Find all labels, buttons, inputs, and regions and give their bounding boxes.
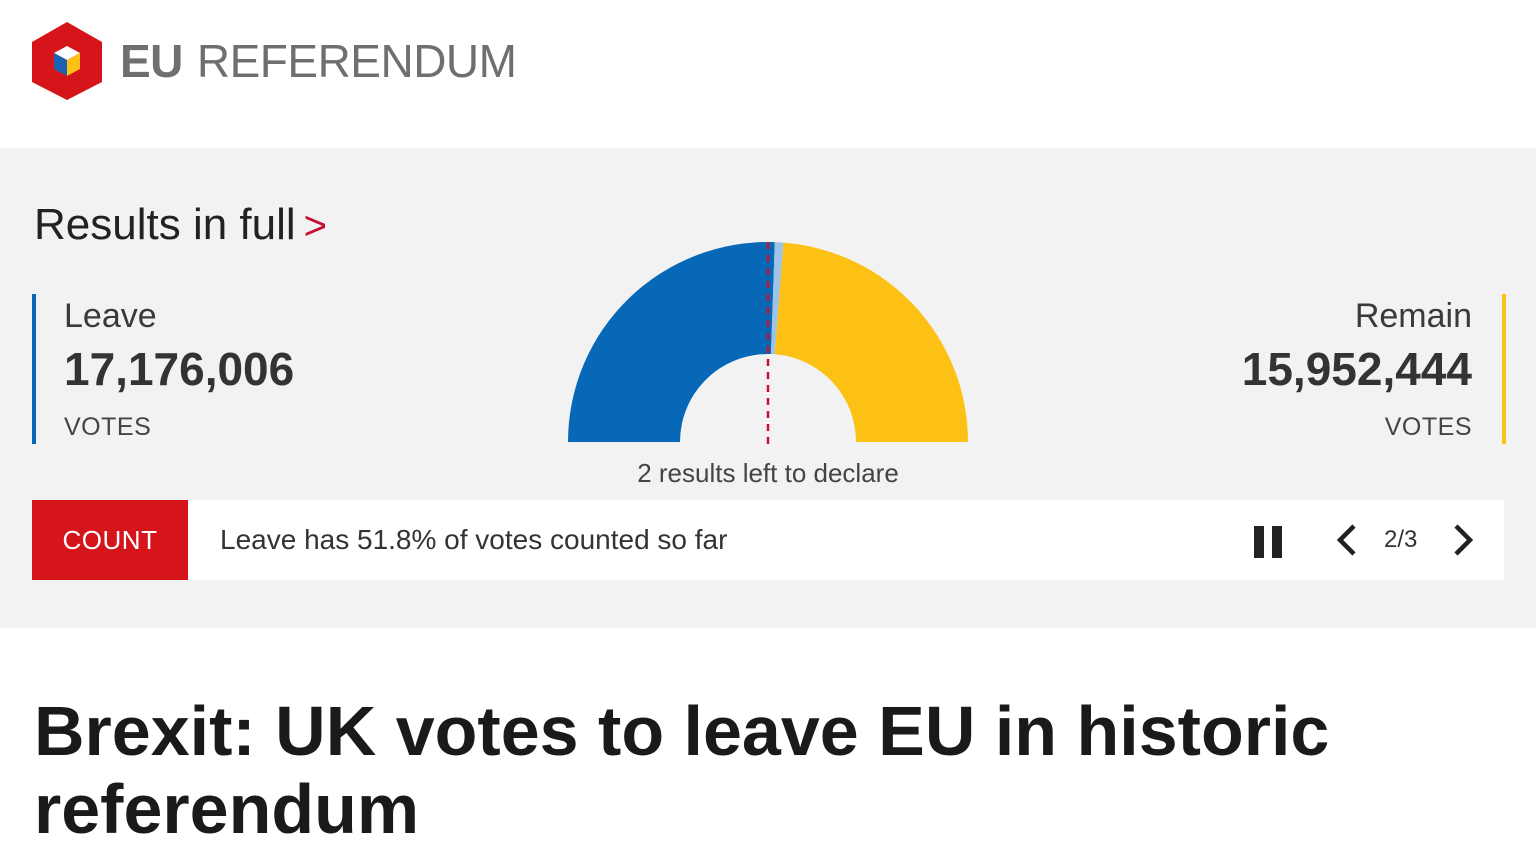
pause-button[interactable] bbox=[1250, 524, 1286, 558]
eu-referendum-logo bbox=[32, 22, 102, 100]
ticker-message: Leave has 51.8% of votes counted so far bbox=[220, 524, 728, 555]
remain-result: Remain 15,952,444 VOTES bbox=[1172, 294, 1506, 444]
leave-votes-unit: VOTES bbox=[64, 413, 152, 441]
results-in-full-link[interactable]: Results in full > bbox=[34, 200, 327, 251]
remain-votes: 15,952,444 bbox=[1241, 343, 1472, 395]
results-in-full-label: Results in full bbox=[34, 200, 296, 249]
site-title: EU REFERENDUM bbox=[120, 34, 517, 88]
chevron-right-icon: > bbox=[303, 204, 328, 248]
count-ticker: COUNT Leave has 51.8% of votes counted s… bbox=[32, 500, 1504, 580]
chevron-left-icon bbox=[1336, 524, 1356, 556]
results-left-text: 2 results left to declare bbox=[637, 458, 899, 488]
results-gauge bbox=[568, 242, 968, 444]
leave-result: Leave 17,176,006 VOTES bbox=[32, 294, 364, 444]
leave-votes: 17,176,006 bbox=[64, 343, 295, 395]
leave-label: Leave bbox=[64, 297, 157, 335]
count-badge: COUNT bbox=[32, 500, 188, 580]
remain-label: Remain bbox=[1354, 297, 1472, 335]
remain-votes-unit: VOTES bbox=[1384, 413, 1472, 441]
site-title-referendum: REFERENDUM bbox=[196, 35, 517, 87]
site-header: EU REFERENDUM bbox=[0, 0, 1536, 148]
next-button[interactable] bbox=[1444, 522, 1480, 558]
previous-button[interactable] bbox=[1330, 522, 1366, 558]
gauge-leave-segment bbox=[568, 242, 775, 442]
article-headline: Brexit: UK votes to leave EU in historic… bbox=[34, 692, 1330, 848]
results-panel: Results in full > Leave 17,176,006 VOTES … bbox=[0, 148, 1536, 628]
site-title-eu: EU bbox=[120, 35, 183, 87]
chevron-right-icon bbox=[1454, 524, 1474, 556]
gauge-remain-segment bbox=[774, 242, 968, 442]
ticker-pager: 2/3 bbox=[1384, 526, 1418, 553]
